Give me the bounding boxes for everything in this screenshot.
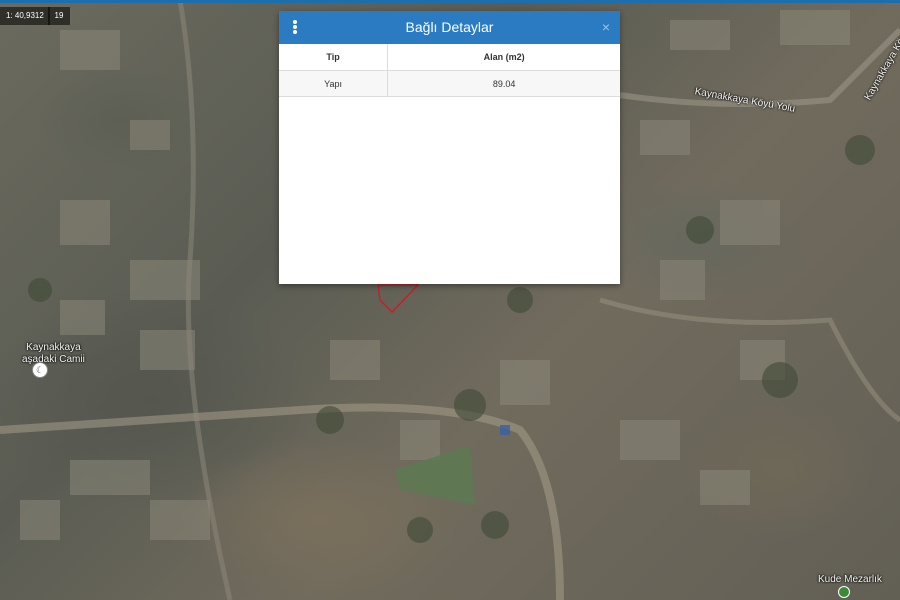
table-row[interactable]: Yapı 89.04: [279, 70, 620, 97]
linked-details-dialog: Bağlı Detaylar × Tip Alan (m2) Yapı 89.0…: [279, 11, 620, 284]
map-top-bar: [0, 0, 900, 3]
details-table: Tip Alan (m2) Yapı 89.04: [279, 44, 620, 97]
cemetery-label: Kude Mezarlık: [818, 574, 882, 585]
dialog-title: Bağlı Detaylar: [405, 19, 494, 35]
cell-type: Yapı: [279, 70, 389, 97]
column-header-area[interactable]: Alan (m2): [387, 44, 620, 71]
zoom-level-readout: 19: [48, 7, 70, 25]
cell-area: 89.04: [387, 70, 620, 97]
mosque-label-line2: aşadaki Camii: [22, 354, 85, 365]
close-button[interactable]: ×: [602, 11, 610, 44]
cemetery-icon[interactable]: [838, 586, 850, 598]
dialog-header: Bağlı Detaylar ×: [279, 11, 620, 44]
mosque-icon[interactable]: ☾: [32, 362, 48, 378]
scale-readout: 1: 40,9312: [0, 7, 50, 25]
mosque-label: Kaynakkaya aşadaki Camii: [22, 342, 85, 366]
column-header-type[interactable]: Tip: [279, 44, 389, 71]
mosque-label-line1: Kaynakkaya: [26, 342, 81, 353]
table-header-row: Tip Alan (m2): [279, 44, 620, 71]
